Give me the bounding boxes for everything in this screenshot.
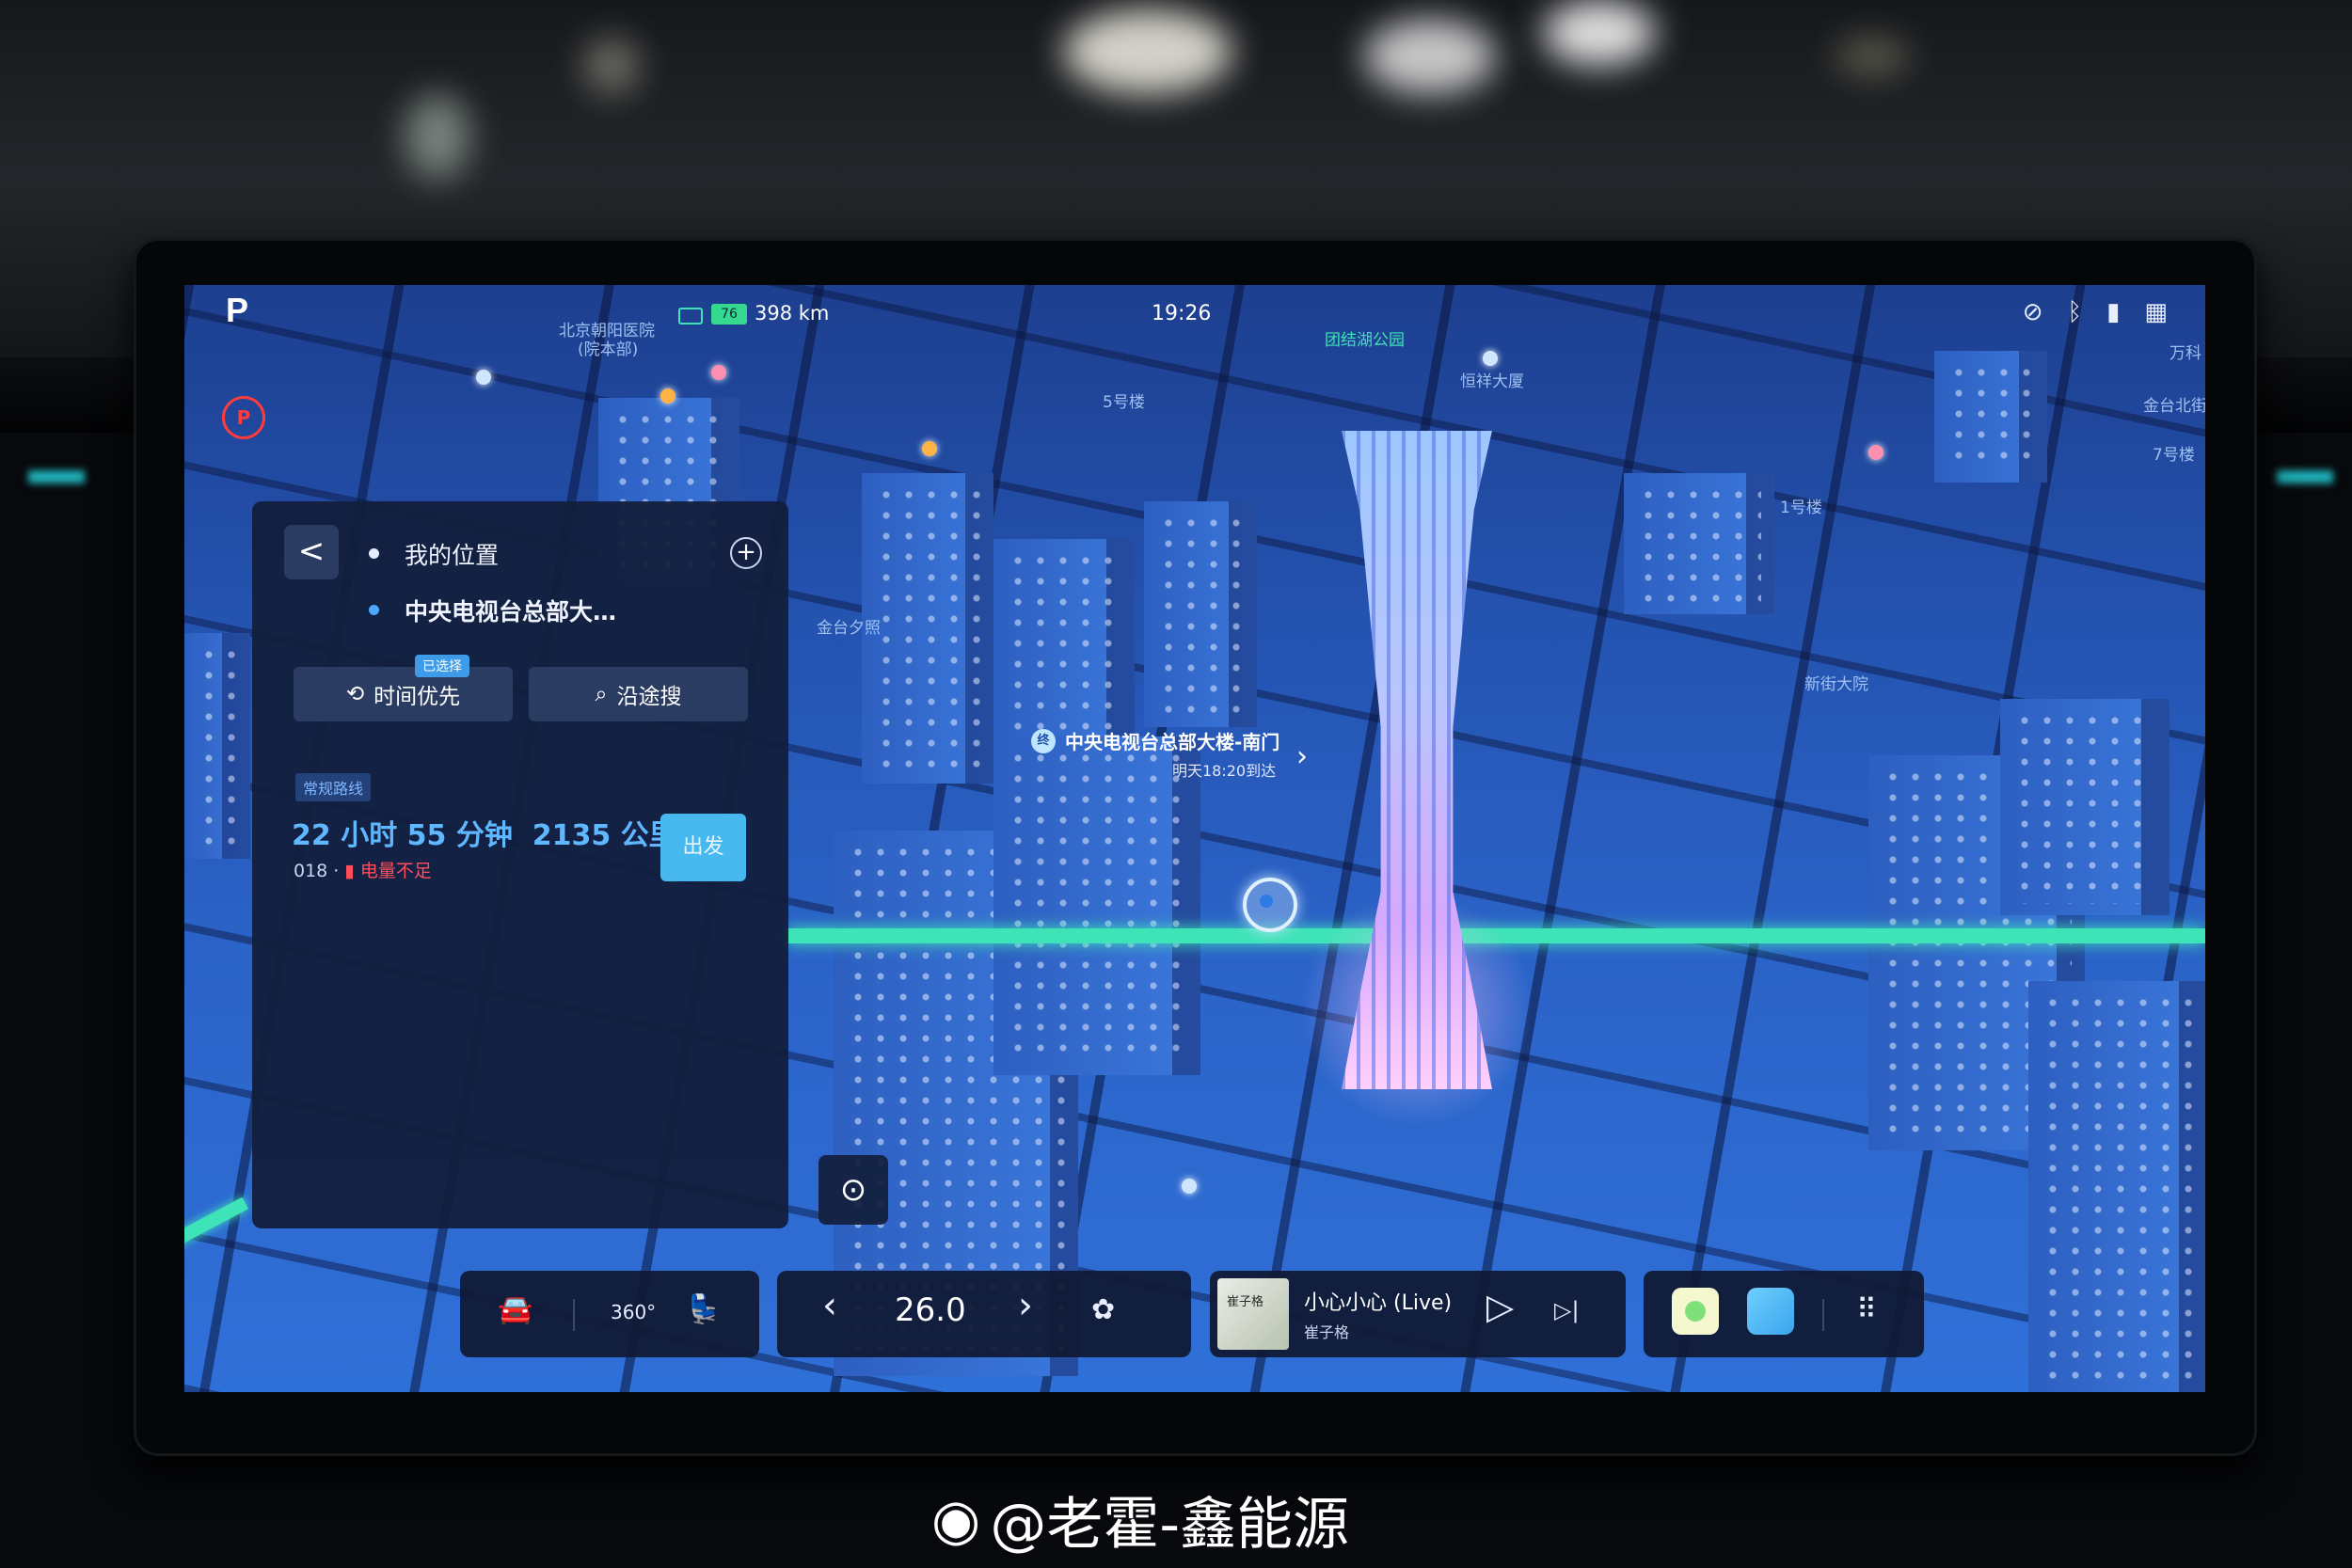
fan-icon[interactable]: ✿ [1091, 1293, 1115, 1326]
play-icon[interactable]: ▷ [1486, 1286, 1514, 1327]
seat-icon[interactable]: 💺 [686, 1293, 721, 1326]
camera-360-icon[interactable]: 360° [611, 1301, 656, 1323]
map-label[interactable]: 金台北街 [2143, 392, 2205, 416]
destination-eta: 明天18:20到达 [1172, 762, 1277, 780]
time-priority-label: 时间优先 [373, 685, 461, 709]
signal-icon: ▮ [2106, 298, 2121, 326]
media-dock: 崔子格 小心小心 (Live) 崔子格 ▷ ▷| [1210, 1271, 1626, 1357]
clock: 19:26 [1152, 302, 1212, 325]
map-building [1624, 473, 1774, 614]
selected-badge: 已选择 [415, 655, 469, 677]
map-label[interactable]: 7号楼 [2153, 441, 2195, 465]
route-planning-panel: < 我的位置 中央电视台总部大… + ⟲ 时间优先 已选择 ⌕ 沿途搜 常规路线… [252, 501, 788, 1228]
search-along-label: 沿途搜 [616, 685, 682, 709]
map-poi[interactable] [711, 365, 726, 380]
map-building [993, 736, 1200, 1075]
weibo-icon: ◉ [931, 1486, 981, 1553]
layout-icon[interactable]: ▦ [2144, 298, 2168, 326]
destination-label: 中央电视台总部大楼-南门 [1065, 731, 1280, 753]
back-button[interactable]: < [284, 525, 339, 579]
battery-icon [678, 308, 703, 325]
battery-warning: 电量不足 [359, 861, 432, 881]
destination-callout[interactable]: 终 中央电视台总部大楼-南门 明天18:20到达 [1031, 727, 1279, 781]
map-building [2000, 699, 2169, 915]
map-label[interactable]: 5号楼 [1103, 388, 1145, 412]
chevron-right-icon[interactable]: › [1296, 740, 1308, 773]
map-poi[interactable] [1483, 351, 1498, 366]
map-building [184, 633, 250, 859]
map-label[interactable]: 金台夕照 [817, 614, 881, 638]
map-building [1144, 501, 1257, 727]
energy-info: 018 · ▮ 电量不足 [294, 857, 432, 882]
map-poi[interactable] [660, 388, 675, 404]
bokeh-light [583, 38, 640, 94]
dock-divider [573, 1299, 575, 1331]
route-type-tag: 常规路线 [295, 773, 372, 801]
map-poi[interactable] [922, 441, 937, 456]
map-building [862, 473, 993, 784]
bokeh-light [1364, 19, 1496, 94]
origin-field[interactable]: 我的位置 [405, 537, 499, 571]
app-icon-blue[interactable] [1747, 1288, 1794, 1335]
route-duration: 22 小时 55 分钟 [292, 819, 513, 852]
map-building [2028, 981, 2205, 1392]
parking-brake-icon: P [222, 396, 265, 439]
range-readout: 398 km [755, 302, 830, 325]
bokeh-light [1835, 38, 1910, 75]
car-icon[interactable]: 🚘 [498, 1293, 532, 1326]
album-art[interactable]: 崔子格 [1217, 1278, 1289, 1350]
time-priority-button[interactable]: ⟲ 时间优先 [294, 667, 513, 721]
album-label: 崔子格 [1227, 1295, 1264, 1309]
bokeh-light [405, 94, 470, 179]
status-bar: P 76 398 km 19:26 ⊘ ᛒ ▮ ▦ [184, 285, 2205, 341]
ambient-light [2277, 470, 2333, 483]
add-waypoint-button[interactable]: + [730, 537, 762, 569]
search-along-button[interactable]: ⌕ 沿途搜 [529, 667, 748, 721]
destination-badge: 终 [1031, 728, 1056, 753]
all-apps-icon[interactable]: ⠿ [1856, 1293, 1877, 1326]
map-poi[interactable] [1182, 1179, 1197, 1194]
dock-divider [1822, 1299, 1824, 1331]
next-track-icon[interactable]: ▷| [1554, 1297, 1580, 1323]
route-preference-icon: ⟲ [345, 682, 365, 706]
watermark: ◉ @老霍-鑫能源 [931, 1479, 1349, 1560]
watermark-text: @老霍-鑫能源 [990, 1492, 1350, 1558]
route-distance: 2135 公里 [532, 819, 677, 852]
map-poi[interactable] [476, 370, 491, 385]
temp-decrease-button[interactable]: ‹ [822, 1284, 837, 1327]
gear-indicator: P [226, 291, 249, 329]
app-icon-green[interactable] [1672, 1288, 1719, 1335]
origin-dot-icon [369, 548, 379, 559]
map-label[interactable]: 万科 [2169, 340, 2201, 363]
destination-field[interactable]: 中央电视台总部大… [405, 594, 616, 627]
search-icon: ⌕ [595, 682, 608, 706]
ambient-light [28, 470, 85, 483]
song-title[interactable]: 小心小心 (Live) [1304, 1286, 1452, 1316]
map-label[interactable]: 1号楼 [1780, 494, 1822, 517]
battery-low-icon: ▮ [344, 861, 355, 881]
recenter-location-button[interactable]: ⊙ [818, 1155, 888, 1225]
map-poi[interactable] [1868, 445, 1883, 460]
infotainment-screen: 北京朝阳医院 (院本部) 团结湖公园 恒祥大厦 金台夕照 新街大院 1号楼 7号… [184, 285, 2205, 1392]
bokeh-light [1063, 9, 1232, 94]
route-summary[interactable]: 22 小时 55 分钟 2135 公里 [292, 812, 677, 853]
map-label[interactable]: 新街大院 [1804, 671, 1868, 694]
charge-stop-count: 018 · [294, 861, 340, 881]
current-location-marker [1243, 878, 1297, 932]
destination-dot-icon [369, 605, 379, 615]
battery-percent: 76 [711, 304, 747, 325]
artist-name: 崔子格 [1304, 1323, 1350, 1341]
map-label[interactable]: 恒祥大厦 [1460, 368, 1524, 391]
map-building [1934, 351, 2047, 483]
apps-dock: ⠿ [1644, 1271, 1924, 1357]
climate-dock: ‹ 26.0 › ✿ [777, 1271, 1191, 1357]
bluetooth-icon[interactable]: ᛒ [2068, 298, 2083, 326]
camera-off-icon[interactable]: ⊘ [2023, 298, 2043, 326]
start-navigation-button[interactable]: 出发 [660, 814, 746, 881]
climate-vehicle-dock: 🚘 360° 💺 [460, 1271, 759, 1357]
temperature-readout: 26.0 [895, 1291, 966, 1329]
temp-increase-button[interactable]: › [1018, 1284, 1033, 1327]
bokeh-light [1543, 0, 1656, 66]
